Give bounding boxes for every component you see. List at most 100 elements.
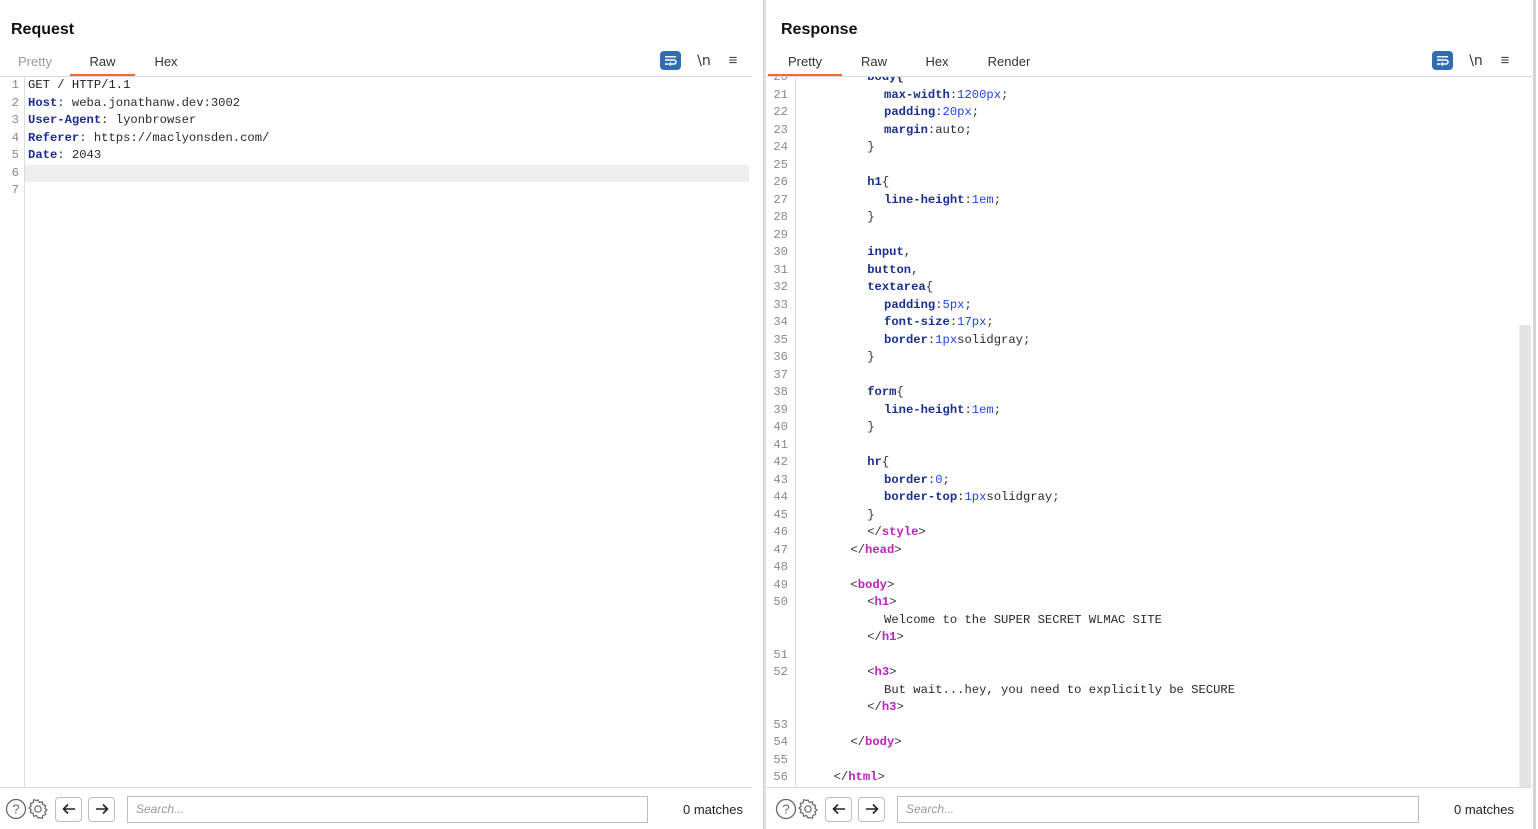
css-token: padding: [884, 105, 936, 119]
code-token: >: [877, 770, 885, 784]
css-token: hr: [867, 455, 882, 469]
request-help-button[interactable]: ?: [5, 798, 27, 820]
css-token: textarea: [867, 280, 926, 294]
request-tab-raw[interactable]: Raw: [70, 50, 135, 76]
response-menu-button[interactable]: ≡: [1495, 52, 1515, 69]
request-editor[interactable]: 1 GET / HTTP/1.1 2 Host: weba.jonathanw.dev…: [0, 77, 752, 787]
line-number: 50: [773, 595, 788, 609]
code-text: </body>: [850, 734, 901, 752]
code-line: 48: [766, 559, 1532, 577]
code-token: {: [896, 385, 904, 399]
code-text: But wait...hey, you need to explicitly b…: [884, 682, 1235, 700]
code-text: body{: [867, 77, 904, 87]
html-tag-name: h3: [874, 665, 890, 679]
response-editor-toolbar: \n ≡: [1432, 51, 1515, 70]
request-settings-button[interactable]: [27, 798, 49, 820]
code-token: ,: [903, 245, 912, 259]
code-line: 53: [766, 717, 1532, 735]
hamburger-menu-icon: ≡: [1500, 52, 1510, 69]
code-token: </: [867, 525, 882, 539]
header-name: Host: [28, 95, 58, 110]
code-text: }: [867, 349, 874, 367]
code-text: <h1>: [867, 594, 896, 612]
response-settings-button[interactable]: [797, 798, 819, 820]
css-token: margin: [884, 122, 928, 137]
response-editor[interactable]: 20 body{21 max-width:1200px; 22 padding:20px…: [766, 77, 1532, 787]
line-number: 45: [773, 507, 788, 522]
request-match-count: 0 matches: [683, 802, 743, 817]
css-token: line-height: [884, 192, 965, 207]
html-tag-name: h3: [881, 700, 897, 714]
response-help-button[interactable]: ?: [775, 798, 797, 820]
code-token: ;: [1023, 332, 1031, 347]
response-next-match-button[interactable]: [858, 796, 885, 822]
svg-text:?: ?: [782, 802, 789, 817]
request-search-input[interactable]: Search...: [127, 795, 648, 823]
arrow-left-icon: [61, 803, 75, 815]
response-wrap-toggle[interactable]: [1432, 51, 1453, 70]
code-line: 43 border:0;: [766, 472, 1532, 490]
response-search-input[interactable]: Search...: [897, 795, 1419, 823]
code-text: <body>: [850, 577, 894, 595]
response-tab-hex[interactable]: Hex: [906, 50, 968, 76]
code-text: Date: 2043: [28, 147, 101, 165]
line-number: 23: [773, 122, 788, 137]
css-token: form: [867, 385, 897, 399]
line-number: 2: [11, 95, 19, 110]
response-scrollbar-thumb[interactable]: [1519, 325, 1531, 787]
code-token: ;: [971, 105, 980, 119]
code-line: 21 max-width:1200px;: [766, 87, 1532, 105]
separator: :: [57, 148, 72, 162]
code-text: Referer: https://maclyonsden.com/: [28, 130, 269, 148]
code-token: }: [867, 507, 875, 522]
html-tag-name: body: [865, 735, 895, 749]
code-line: 44 border-top:1pxsolidgray;: [766, 489, 1532, 507]
word-wrap-icon: [665, 56, 677, 66]
line-number: 44: [773, 490, 788, 504]
code-token: </: [867, 630, 882, 644]
response-tab-render[interactable]: Render: [968, 50, 1050, 76]
arrow-left-icon: [831, 803, 845, 815]
css-value: 20px: [942, 105, 972, 119]
code-line: 41: [766, 437, 1532, 455]
css-value: 5px: [942, 297, 965, 312]
line-number: 33: [773, 297, 788, 312]
request-previous-match-button[interactable]: [55, 796, 82, 822]
code-line: 34 font-size:17px;: [766, 314, 1532, 332]
code-token: :: [935, 105, 943, 119]
code-line: 5 Date: 2043: [0, 147, 752, 165]
line-number: 54: [773, 735, 788, 749]
code-text: line-height:1em;: [884, 402, 1001, 420]
code-token: solidgray: [986, 490, 1053, 504]
divider: [0, 787, 752, 788]
css-token: body{: [867, 77, 904, 84]
code-token: }: [867, 420, 875, 434]
response-newline-toggle[interactable]: \n: [1461, 53, 1491, 69]
help-icon: ?: [5, 798, 27, 820]
request-newline-toggle[interactable]: \n: [689, 53, 719, 69]
request-tab-hex[interactable]: Hex: [135, 50, 197, 76]
code-line: 38 form{: [766, 384, 1532, 402]
response-tab-raw[interactable]: Raw: [842, 50, 906, 76]
code-token: ;: [964, 122, 972, 137]
css-token: line-height: [884, 402, 965, 417]
code-text: max-width:1200px;: [884, 87, 1008, 105]
request-wrap-toggle[interactable]: [660, 51, 681, 70]
line-number: 48: [773, 560, 788, 574]
code-text: h1{: [867, 174, 889, 192]
code-text: border:1pxsolidgray;: [884, 332, 1030, 350]
code-text: line-height:1em;: [884, 192, 1001, 210]
request-menu-button[interactable]: ≡: [723, 52, 743, 69]
arrow-right-icon: [865, 803, 879, 815]
request-tab-pretty[interactable]: Pretty: [0, 50, 70, 76]
request-next-match-button[interactable]: [88, 796, 115, 822]
response-previous-match-button[interactable]: [825, 796, 852, 822]
request-editor-toolbar: \n ≡: [660, 51, 743, 70]
response-tabs: Pretty Raw Hex Render: [768, 50, 1050, 76]
line-number: 21: [773, 87, 788, 102]
css-token: input: [867, 245, 904, 259]
line-number: 27: [773, 192, 788, 207]
response-tab-pretty[interactable]: Pretty: [768, 50, 842, 76]
header-value: lyonbrowser: [115, 113, 197, 127]
code-line: 23 margin:auto;: [766, 122, 1532, 140]
